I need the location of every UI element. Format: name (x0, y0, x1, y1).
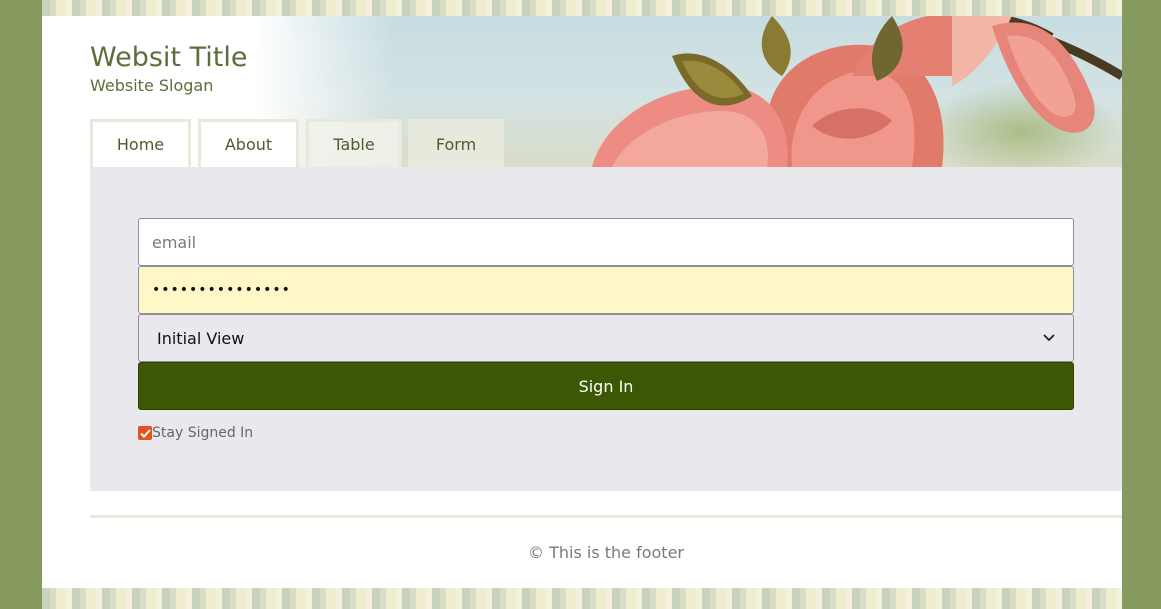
tab-about[interactable]: About (198, 119, 299, 167)
password-input[interactable]: ••••••••••••••• (138, 266, 1074, 314)
stay-signed-in-label: Stay Signed In (152, 425, 254, 441)
tab-form[interactable]: Form (408, 119, 504, 167)
stay-signed-in-checkbox[interactable] (138, 426, 152, 440)
decorative-border-bottom (42, 588, 1122, 609)
view-select[interactable]: Initial View (138, 314, 1074, 362)
email-input[interactable] (138, 218, 1074, 266)
decorative-border-top (42, 0, 1122, 16)
header: Websit Title Website Slogan Home About T… (42, 16, 1122, 167)
site-title: Websit Title (90, 42, 248, 73)
tab-home[interactable]: Home (90, 119, 191, 167)
check-icon (139, 428, 151, 438)
footer-text: © This is the footer (528, 543, 684, 562)
page-container: Websit Title Website Slogan Home About T… (42, 0, 1122, 609)
chevron-down-icon (1043, 331, 1055, 346)
footer-divider (90, 515, 1122, 518)
stay-signed-in-row: Stay Signed In (138, 425, 253, 441)
form-panel: ••••••••••••••• Initial View Sign In Sta… (90, 167, 1122, 491)
site-slogan: Website Slogan (90, 76, 214, 95)
tab-table[interactable]: Table (306, 119, 402, 167)
sign-in-button[interactable]: Sign In (138, 362, 1074, 410)
view-select-value: Initial View (157, 328, 245, 348)
